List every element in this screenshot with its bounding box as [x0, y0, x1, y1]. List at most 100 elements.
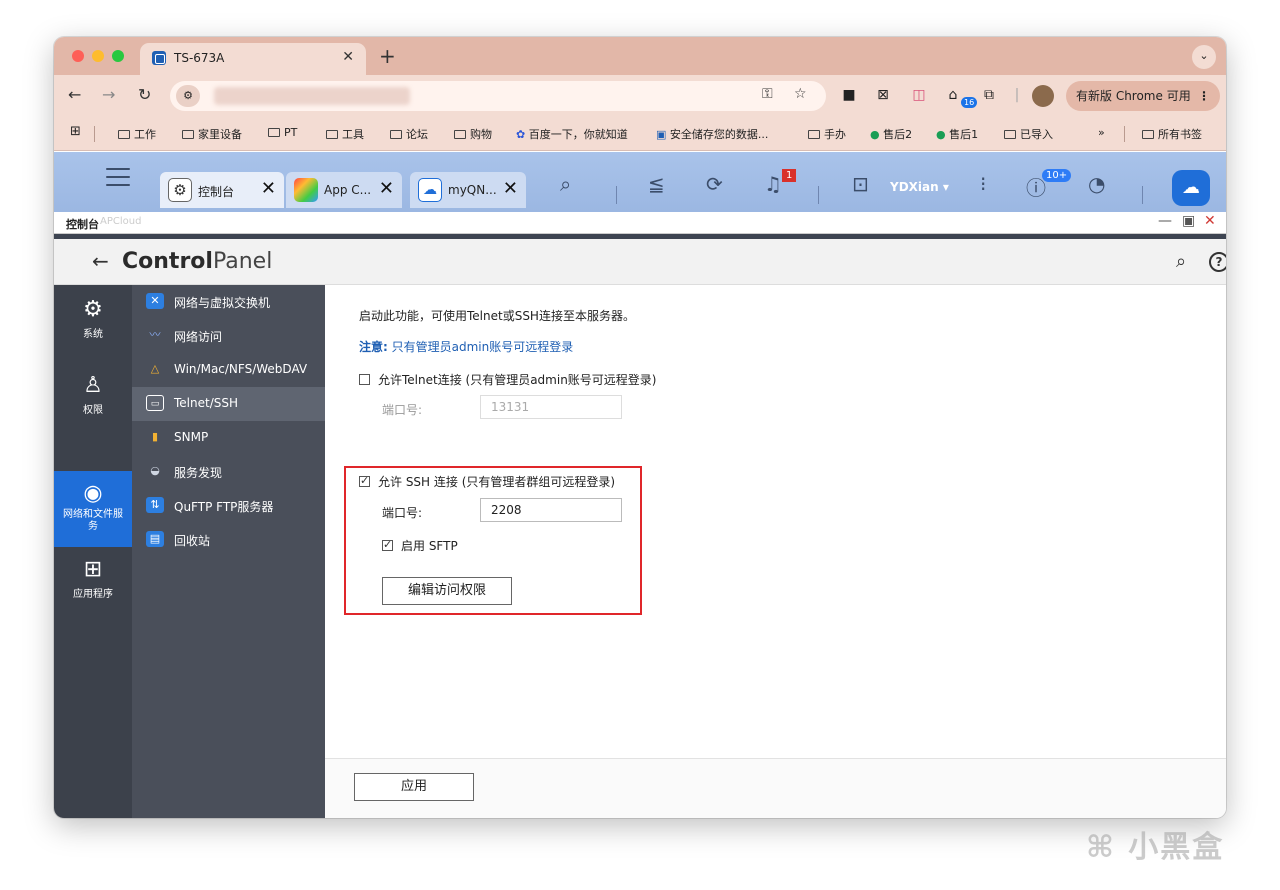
bookmark-link[interactable]: ▣ 安全储存您的数据...: [656, 126, 768, 142]
bookmark-folder[interactable]: 工具: [326, 126, 364, 142]
profile-avatar[interactable]: [1032, 85, 1054, 107]
rail-item-applications[interactable]: ⊞ 应用程序: [54, 557, 132, 617]
bookmark-label: 百度一下，你就知道: [528, 128, 628, 141]
qts-tab-close-icon[interactable]: ✕: [503, 178, 518, 199]
satellite-dish-icon: ◒: [150, 464, 160, 477]
submenu-item-network-switch[interactable]: ✕ 网络与虚拟交换机: [132, 285, 325, 319]
submenu-item-recycle-bin[interactable]: ▤ 回收站: [132, 523, 325, 557]
bookmark-link[interactable]: ● 售后2: [870, 126, 912, 142]
bookmark-folder[interactable]: 论坛: [390, 126, 428, 142]
extension-2-icon[interactable]: ⊠: [874, 86, 892, 104]
telnet-port-input[interactable]: 13131: [480, 395, 622, 419]
submenu-item-quftp[interactable]: ⇅ QuFTP FTP服务器: [132, 489, 325, 523]
submenu-label: Telnet/SSH: [174, 396, 239, 410]
more-bookmarks-chevron-icon[interactable]: »: [1098, 126, 1105, 139]
folder-icon: [1004, 130, 1016, 139]
rail-item-system[interactable]: ⚙ 系统: [54, 297, 132, 363]
telnet-option[interactable]: 允许Telnet连接 (只有管理员admin账号可远程登录): [359, 371, 656, 388]
extension-1-icon[interactable]: ■: [840, 86, 858, 104]
rail-label: 应用程序: [73, 589, 113, 600]
search-icon[interactable]: ⌕: [560, 172, 571, 196]
back-arrow-icon[interactable]: ←: [92, 249, 109, 273]
close-window-button[interactable]: [72, 50, 84, 62]
rail-item-network-services[interactable]: ◉ 网络和文件服务: [54, 471, 132, 547]
minimize-window-button[interactable]: [92, 50, 104, 62]
bookmark-folder[interactable]: PT: [268, 126, 297, 139]
user-menu[interactable]: YDXian ▾: [890, 180, 949, 194]
qts-tab-close-icon[interactable]: ✕: [379, 178, 394, 199]
bookmark-link[interactable]: ● 售后1: [936, 126, 978, 142]
folder-icon: [118, 130, 130, 139]
qts-tab-app-center[interactable]: App C... ✕: [286, 172, 402, 208]
background-tasks-icon[interactable]: ≦: [648, 172, 665, 196]
minimize-icon[interactable]: —: [1158, 213, 1172, 229]
browser-tab[interactable]: TS-673A ✕: [140, 43, 366, 75]
maximize-icon[interactable]: ▣: [1182, 213, 1195, 229]
apps-icon: ⊞: [83, 557, 103, 582]
tab-strip: TS-673A ✕ + ⌄: [54, 37, 1226, 75]
back-icon[interactable]: ←: [68, 85, 81, 104]
extension-4-icon[interactable]: ⌂: [944, 86, 962, 104]
bookmark-star-icon[interactable]: ☆: [794, 86, 807, 102]
control-panel-gear-icon: ⚙: [168, 178, 192, 202]
bookmark-folder[interactable]: 已导入: [1004, 126, 1053, 142]
ssh-option[interactable]: 允许 SSH 连接 (只有管理者群组可远程登录): [359, 473, 615, 490]
submenu-item-telnet-ssh[interactable]: ▭ Telnet/SSH: [132, 387, 325, 421]
submenu-item-service-discovery[interactable]: ◒ 服务发现: [132, 455, 325, 489]
apps-grid-icon[interactable]: ⊞: [70, 124, 81, 139]
folder-icon: [454, 130, 466, 139]
rail-item-privilege[interactable]: ♙ 权限: [54, 373, 132, 439]
bookmark-label: 手办: [824, 128, 846, 141]
bookmark-folder[interactable]: 工作: [118, 126, 156, 142]
myqnapcloud-button[interactable]: ☁: [1172, 170, 1210, 206]
new-tab-icon[interactable]: +: [379, 44, 396, 68]
reload-icon[interactable]: ↻: [138, 85, 151, 104]
user-avatar-icon[interactable]: ⊡: [852, 172, 869, 196]
bookmark-label: 论坛: [406, 128, 428, 141]
ssh-port-input[interactable]: 2208: [480, 498, 622, 522]
telnet-checkbox[interactable]: [359, 374, 370, 385]
submenu-item-win-mac-nfs[interactable]: △ Win/Mac/NFS/WebDAV: [132, 353, 325, 387]
kebab-menu-icon[interactable]: ⋮: [1198, 81, 1210, 111]
sftp-checkbox[interactable]: [382, 538, 393, 551]
gear-icon: ⚙: [83, 297, 103, 322]
taskbar-divider: [616, 186, 617, 204]
bookmark-label: 售后2: [883, 128, 913, 141]
ssh-checkbox[interactable]: [359, 474, 370, 487]
tab-close-icon[interactable]: ✕: [342, 49, 354, 65]
site-info-icon[interactable]: ⚙: [176, 85, 200, 107]
qnap-bookmark-icon: ▣: [656, 128, 670, 141]
help-icon[interactable]: ?: [1209, 252, 1226, 272]
edit-access-button[interactable]: 编辑访问权限: [382, 577, 512, 605]
bookmark-folder[interactable]: 手办: [808, 126, 846, 142]
password-key-icon[interactable]: ⚿: [762, 86, 773, 102]
qts-tab-myqnapcloud[interactable]: ☁ myQN... ✕: [410, 172, 526, 208]
category-rail: ⚙ 系统 ♙ 权限 ◉ 网络和文件服务 ⊞ 应用程序: [54, 285, 132, 818]
close-icon[interactable]: ✕: [1204, 213, 1216, 229]
chrome-update-button[interactable]: 有新版 Chrome 可用 ⋮: [1066, 81, 1220, 111]
all-bookmarks-folder[interactable]: 所有书签: [1142, 126, 1202, 142]
bookmark-folder[interactable]: 购物: [454, 126, 492, 142]
extensions-puzzle-icon[interactable]: ⧉: [980, 86, 998, 104]
tab-search-chevron-icon[interactable]: ⌄: [1192, 45, 1216, 69]
notification-bell-icon[interactable]: ♫: [764, 172, 782, 196]
bookmark-link[interactable]: ✿ 百度一下，你就知道: [516, 126, 628, 142]
resource-monitor-icon[interactable]: ◔: [1088, 172, 1105, 196]
main-menu-icon[interactable]: [106, 168, 130, 192]
address-bar[interactable]: ⚙ ⚿ ☆: [170, 81, 826, 111]
bookmark-folder[interactable]: 家里设备: [182, 126, 242, 142]
external-device-icon[interactable]: ⟳: [706, 172, 723, 196]
zoom-window-button[interactable]: [112, 50, 124, 62]
more-options-icon[interactable]: ⁝: [980, 172, 986, 196]
sftp-option[interactable]: 启用 SFTP: [382, 537, 458, 554]
submenu-item-snmp[interactable]: ▮ SNMP: [132, 421, 325, 455]
network-switch-icon: ✕: [146, 293, 164, 309]
qts-tab-control-panel[interactable]: ⚙ 控制台 ✕: [160, 172, 284, 208]
forward-icon[interactable]: →: [102, 85, 115, 104]
apply-button[interactable]: 应用: [354, 773, 474, 801]
submenu-item-network-access[interactable]: 〰 网络访问: [132, 319, 325, 353]
search-icon[interactable]: ⌕: [1176, 251, 1186, 272]
extension-3-icon[interactable]: ◫: [910, 86, 928, 104]
app-window-titlebar: 控制台 APCloud — ▣ ✕: [54, 212, 1226, 234]
qts-tab-close-icon[interactable]: ✕: [261, 178, 276, 199]
